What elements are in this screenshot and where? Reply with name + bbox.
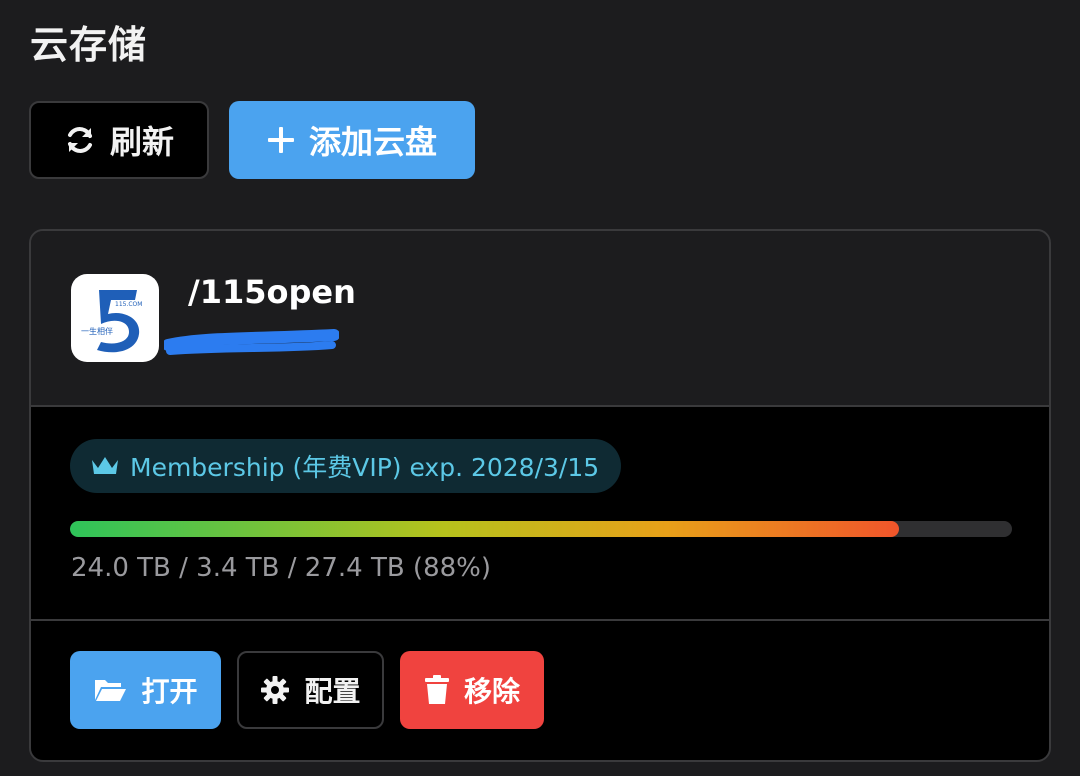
storage-usage-fill: [70, 521, 899, 537]
refresh-label: 刷新: [109, 123, 174, 161]
gear-icon: [260, 675, 290, 705]
crown-icon: [90, 454, 120, 478]
card-footer: 打开 配置 移除: [31, 621, 1049, 760]
add-cloud-drive-label: 添加云盘: [308, 123, 437, 161]
remove-button[interactable]: 移除: [400, 651, 544, 729]
svg-text:一生相伴: 一生相伴: [81, 326, 113, 336]
storage-usage-text: 24.0 TB / 3.4 TB / 27.4 TB (88%): [71, 553, 491, 583]
cloud-drive-card: 115.COM 一生相伴 /115open Membership (年费VIP)…: [29, 229, 1051, 762]
card-actions: 打开 配置 移除: [70, 651, 544, 729]
toolbar: 刷新 添加云盘: [29, 101, 475, 179]
folder-open-icon: [93, 676, 127, 704]
membership-badge: Membership (年费VIP) exp. 2028/3/15: [70, 439, 622, 493]
membership-text: Membership (年费VIP) exp. 2028/3/15: [130, 453, 600, 482]
115-logo-icon: 115.COM 一生相伴: [71, 274, 159, 362]
card-header: 115.COM 一生相伴 /115open: [31, 231, 1049, 407]
svg-text:115.COM: 115.COM: [115, 301, 142, 308]
config-label: 配置: [304, 675, 361, 708]
storage-usage-bar: [70, 521, 1012, 537]
page-title: 云存储: [30, 23, 148, 67]
config-button[interactable]: 配置: [237, 651, 384, 729]
remove-label: 移除: [463, 675, 520, 708]
trash-icon: [424, 675, 450, 705]
open-button[interactable]: 打开: [70, 651, 221, 729]
redacted-scribble: [162, 329, 340, 361]
open-label: 打开: [141, 675, 198, 708]
card-body: Membership (年费VIP) exp. 2028/3/15: [31, 407, 1049, 621]
add-cloud-drive-button[interactable]: 添加云盘: [229, 101, 475, 179]
refresh-icon: [64, 124, 96, 156]
plus-icon: [267, 126, 295, 154]
drive-name: /115open: [188, 273, 356, 311]
refresh-button[interactable]: 刷新: [29, 101, 209, 179]
